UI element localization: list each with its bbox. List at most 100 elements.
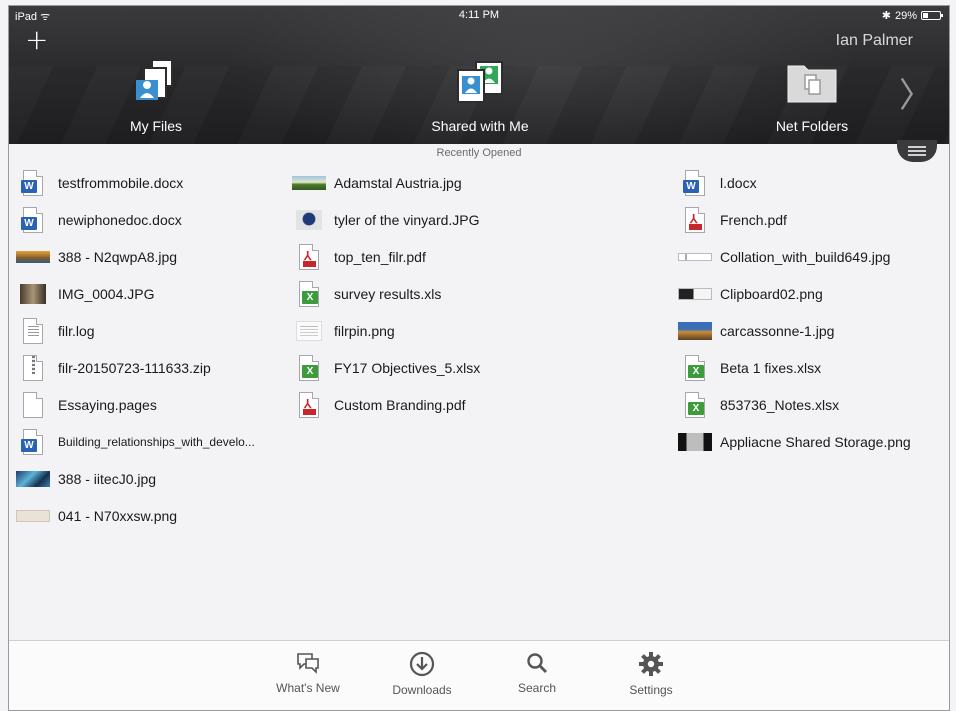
excel-file-icon: X [296, 354, 322, 381]
file-name: Collation_with_build649.jpg [720, 248, 891, 265]
file-item[interactable]: W newiphonedoc.docx [20, 201, 255, 238]
file-item[interactable]: tyler of the vinyard.JPG [296, 201, 480, 238]
file-item[interactable]: X FY17 Objectives_5.xlsx [296, 349, 480, 386]
tab-downloads[interactable]: Downloads [377, 651, 467, 697]
tab-label: What's New [276, 681, 340, 695]
image-thumbnail [16, 466, 50, 492]
status-bar: iPad ᯤ 4:11 PM ✱ 29% [9, 8, 949, 24]
file-item[interactable]: carcassonne-1.jpg [678, 312, 911, 349]
file-item[interactable]: Appliacne Shared Storage.png [678, 423, 911, 460]
nav-net-folders[interactable]: Net Folders [722, 56, 902, 134]
image-thumbnail [296, 207, 322, 233]
file-item[interactable]: ⅄ top_ten_filr.pdf [296, 238, 480, 275]
file-item[interactable]: ⅄ French.pdf [682, 201, 911, 238]
downloads-icon [409, 651, 435, 677]
file-name: French.pdf [720, 211, 787, 228]
file-name: FY17 Objectives_5.xlsx [334, 359, 481, 376]
file-name: 853736_Notes.xlsx [720, 396, 840, 413]
recent-column-3: W l.docx ⅄ French.pdf Collation_with_bui… [678, 164, 911, 460]
tab-label: Search [517, 681, 557, 695]
file-item[interactable]: Clipboard02.png [678, 275, 911, 312]
image-thumbnail [16, 244, 50, 270]
image-thumbnail [678, 318, 712, 344]
battery-percent: 29% [894, 9, 917, 22]
bottom-tab-bar: What's New Downloads Search Settings [9, 640, 949, 710]
file-name: Beta 1 fixes.xlsx [720, 359, 822, 376]
file-item[interactable]: filr.log [20, 312, 255, 349]
word-doc-icon: W [20, 206, 46, 233]
file-item[interactable]: 041 - N70xxsw.png [16, 497, 255, 534]
file-name: 041 - N70xxsw.png [58, 507, 178, 524]
file-name: Custom Branding.pdf [334, 396, 466, 413]
image-thumbnail [678, 429, 712, 455]
excel-file-icon: X [296, 280, 322, 307]
file-name: Building_relationships_with_develo... [58, 434, 255, 449]
nav-my-files[interactable]: My Files [66, 56, 246, 134]
file-name: 388 - N2qwpA8.jpg [58, 248, 178, 265]
blank-file-icon [20, 391, 46, 418]
file-name: 388 - iitecJ0.jpg [58, 470, 157, 487]
image-thumbnail [678, 244, 712, 270]
file-name: IMG_0004.JPG [58, 285, 155, 302]
file-item[interactable]: X Beta 1 fixes.xlsx [682, 349, 911, 386]
image-thumbnail [16, 503, 50, 529]
pdf-file-icon: ⅄ [682, 206, 708, 233]
recent-column-2: Adamstal Austria.jpg tyler of the vinyar… [292, 164, 480, 423]
file-name: Appliacne Shared Storage.png [720, 433, 911, 450]
file-name: carcassonne-1.jpg [720, 322, 835, 339]
file-name: l.docx [720, 174, 757, 191]
file-item[interactable]: Adamstal Austria.jpg [292, 164, 480, 201]
tab-search[interactable]: Search [492, 651, 582, 695]
nav-label-net-folders: Net Folders [775, 118, 849, 134]
file-item[interactable]: W testfrommobile.docx [20, 164, 255, 201]
file-name: filr-20150723-111633.zip [58, 359, 211, 376]
file-item[interactable]: 388 - N2qwpA8.jpg [16, 238, 255, 275]
file-item[interactable]: IMG_0004.JPG [20, 275, 255, 312]
whats-new-icon [297, 653, 319, 674]
image-thumbnail [678, 281, 712, 307]
file-name: filr.log [58, 322, 95, 339]
file-item[interactable]: X survey results.xls [296, 275, 480, 312]
my-files-icon [130, 56, 182, 108]
recent-column-1: W testfrommobile.docx W newiphonedoc.doc… [16, 164, 255, 534]
tab-label: Downloads [392, 683, 452, 697]
bluetooth-icon: ✱ [881, 10, 891, 22]
search-icon [527, 653, 547, 673]
image-thumbnail [292, 170, 326, 196]
file-item[interactable]: W Building_relationships_with_develo... [20, 423, 255, 460]
file-item[interactable]: filr-20150723-111633.zip [20, 349, 255, 386]
word-doc-icon: W [20, 169, 46, 196]
net-folders-icon [786, 56, 838, 108]
nav-shared-with-me[interactable]: Shared with Me [390, 56, 570, 134]
file-item[interactable]: W l.docx [682, 164, 911, 201]
nav-label-shared: Shared with Me [431, 118, 529, 134]
settings-icon [639, 652, 663, 676]
file-item[interactable]: ⅄ Custom Branding.pdf [296, 386, 480, 423]
tab-label: Settings [629, 683, 673, 697]
file-item[interactable]: X 853736_Notes.xlsx [682, 386, 911, 423]
pdf-file-icon: ⅄ [296, 391, 322, 418]
zip-file-icon [20, 354, 46, 381]
excel-file-icon: X [682, 391, 708, 418]
pdf-file-icon: ⅄ [296, 243, 322, 270]
add-button[interactable]: + [25, 26, 48, 54]
excel-file-icon: X [682, 354, 708, 381]
user-name[interactable]: Ian Palmer [836, 32, 913, 50]
tab-whats-new[interactable]: What's New [263, 651, 353, 695]
chevron-right-icon[interactable]: 〉 [899, 68, 933, 117]
file-item[interactable]: 388 - iitecJ0.jpg [16, 460, 255, 497]
file-name: tyler of the vinyard.JPG [334, 211, 480, 228]
file-item[interactable]: Essaying.pages [20, 386, 255, 423]
file-name: testfrommobile.docx [58, 174, 184, 191]
file-item[interactable]: Collation_with_build649.jpg [678, 238, 911, 275]
status-time: 4:11 PM [458, 9, 500, 21]
ipad-screen: iPad ᯤ 4:11 PM ✱ 29% + Ian Palmer My Fil… [8, 5, 950, 711]
tab-settings[interactable]: Settings [606, 651, 696, 697]
file-item[interactable]: filrpin.png [296, 312, 480, 349]
text-file-icon [20, 317, 46, 344]
status-right: ✱ 29% [881, 9, 943, 22]
file-name: Adamstal Austria.jpg [334, 174, 462, 191]
recently-opened-title: Recently Opened [436, 147, 522, 159]
file-name: top_ten_filr.pdf [334, 248, 426, 265]
file-name: survey results.xls [334, 285, 442, 302]
